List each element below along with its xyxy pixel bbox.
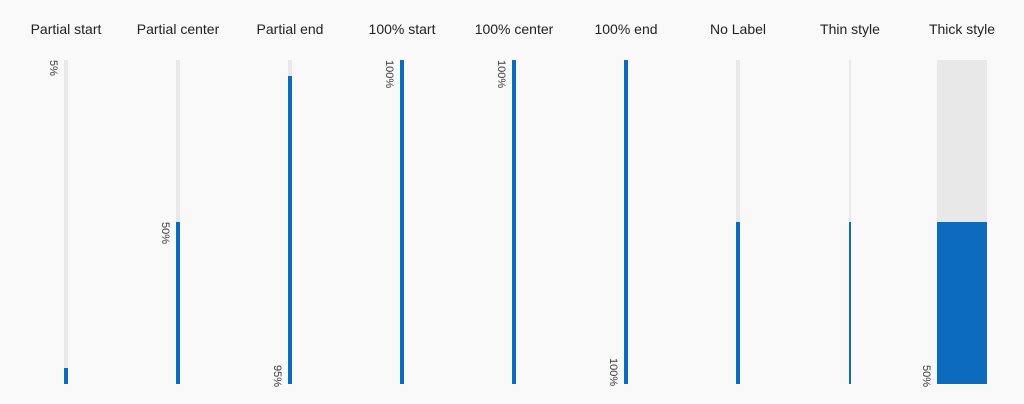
progress-fill [937, 222, 987, 384]
progress-fill [400, 60, 404, 384]
progress-title: 100% end [594, 21, 658, 37]
progress-column-5: 100% center 100% [458, 0, 570, 404]
progress-column-9: Thick style 50% [906, 0, 1018, 404]
progress-fill [64, 367, 68, 384]
progress-column-1: Partial start 5% [10, 0, 122, 404]
progress-title: No Label [709, 21, 767, 37]
progress-title: Partial center [136, 21, 220, 37]
progress-fill [849, 222, 851, 384]
progress-column-8: Thin style [794, 0, 906, 404]
progress-track [176, 60, 180, 384]
progress-title: 100% start [368, 21, 436, 37]
progress-fill [624, 60, 628, 384]
progress-track [624, 60, 628, 384]
progress-track [512, 60, 516, 384]
progress-percent-label: 5% [47, 60, 59, 76]
progress-track [937, 60, 987, 384]
progress-title: Thin style [820, 21, 880, 37]
progress-track [288, 60, 292, 384]
progress-track [849, 60, 851, 384]
progress-percent-label: 95% [271, 364, 283, 387]
progress-track [736, 60, 740, 384]
progress-percent-label: 100% [607, 358, 619, 387]
progress-column-2: Partial center 50% [122, 0, 234, 404]
progress-track [64, 60, 68, 384]
progress-title: Partial start [30, 21, 102, 37]
progress-column-7: No Label [682, 0, 794, 404]
progress-column-6: 100% end 100% [570, 0, 682, 404]
progress-percent-label: 50% [159, 222, 171, 245]
progress-fill [736, 222, 740, 384]
progress-column-3: Partial end 95% [234, 0, 346, 404]
progress-percent-label: 100% [383, 60, 395, 89]
progress-title: Thick style [928, 21, 996, 37]
progress-column-4: 100% start 100% [346, 0, 458, 404]
progress-title: 100% center [474, 21, 554, 37]
progress-fill [288, 76, 292, 384]
vertical-progress-bars-demo: Partial start 5% Partial center 50% Partial … [0, 0, 1024, 404]
progress-percent-label: 100% [495, 60, 507, 89]
progress-percent-label: 50% [920, 364, 932, 387]
progress-track [400, 60, 404, 384]
progress-title: Partial end [256, 21, 324, 37]
progress-fill [512, 60, 516, 384]
progress-fill [176, 222, 180, 384]
